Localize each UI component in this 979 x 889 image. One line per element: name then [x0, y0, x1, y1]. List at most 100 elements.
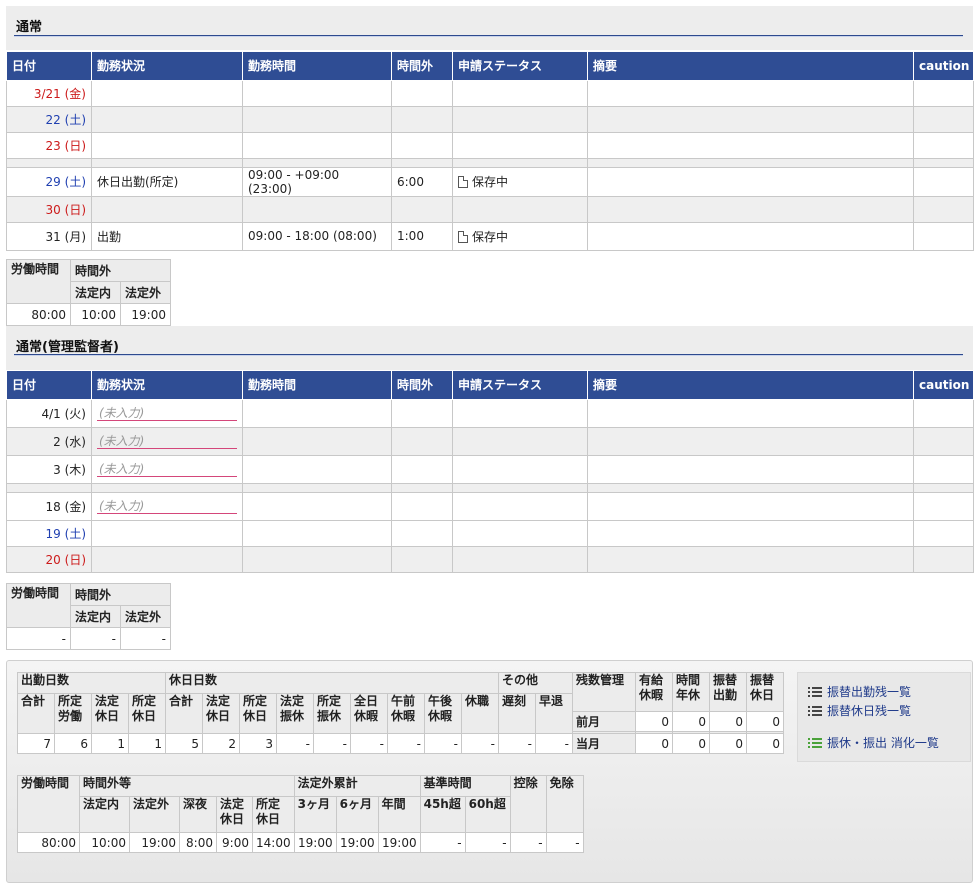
hours-cell[interactable] — [242, 79, 392, 107]
date-cell[interactable]: 18 (金) — [6, 491, 92, 521]
hours-cell[interactable] — [242, 491, 392, 521]
holiday-value: - — [387, 733, 425, 754]
table-row[interactable]: 18 (金) (未入力) — [6, 491, 974, 521]
balance-value: 0 — [709, 711, 747, 732]
table-row[interactable]: 3 (木) (未入力) — [6, 454, 974, 484]
status-cell[interactable]: 休日出勤(所定) — [91, 166, 243, 197]
date-cell[interactable]: 2 (水) — [6, 426, 92, 456]
table-row[interactable]: 20 (日) — [6, 545, 974, 573]
link-substitute-consumption-list[interactable]: 振休・振出 消化一覧 — [808, 734, 939, 751]
table-row[interactable]: 22 (土) — [6, 105, 974, 133]
status-cell[interactable] — [91, 519, 243, 547]
note-cell[interactable] — [587, 131, 914, 159]
hours-cell[interactable]: 09:00 - +09:00 (23:00) — [242, 166, 392, 197]
link-substitute-work-list[interactable]: 振替出勤残一覧 — [808, 683, 911, 700]
note-cell[interactable] — [587, 491, 914, 521]
hours-cell[interactable] — [242, 519, 392, 547]
hours-cell[interactable]: 09:00 - 18:00 (08:00) — [242, 221, 392, 251]
work-value: 7 — [17, 733, 55, 754]
status-cell[interactable] — [91, 545, 243, 573]
overtime-cell — [391, 398, 453, 428]
link-label[interactable]: 振休・振出 消化一覧 — [827, 736, 939, 750]
date-cell[interactable]: 30 (日) — [6, 195, 92, 223]
approval-cell[interactable]: 保存中 — [452, 221, 588, 251]
status-input[interactable]: (未入力) — [97, 499, 237, 514]
table-row[interactable]: 4/1 (火) (未入力) — [6, 398, 974, 428]
note-cell[interactable] — [587, 105, 914, 133]
balance-row-label: 当月 — [572, 733, 636, 754]
date-cell[interactable]: 19 (土) — [6, 519, 92, 547]
other-col: 遅刻 — [498, 693, 536, 734]
cumulative-value: 19:00 — [377, 832, 421, 853]
note-cell[interactable] — [587, 221, 914, 251]
hours-cell[interactable] — [242, 454, 392, 484]
holiday-value: - — [276, 733, 314, 754]
col-caution: caution — [913, 371, 974, 400]
approval-cell — [452, 131, 588, 159]
status-cell[interactable]: (未入力) — [91, 454, 243, 484]
status-cell[interactable] — [91, 131, 243, 159]
exemption-value: - — [545, 832, 584, 853]
date-cell[interactable]: 29 (土) — [6, 166, 92, 197]
table-header-row: 日付 勤務状況 勤務時間 時間外 申請ステータス 摘要 caution — [6, 371, 974, 400]
col-caution: caution — [913, 52, 974, 81]
date-cell[interactable]: 4/1 (火) — [6, 398, 92, 428]
status-cell[interactable] — [91, 195, 243, 223]
note-cell[interactable] — [587, 398, 914, 428]
table-row[interactable]: 29 (土) 休日出勤(所定) 09:00 - +09:00 (23:00) 6… — [6, 166, 974, 197]
holiday-col: 午前休暇 — [387, 693, 425, 734]
holiday-value: 2 — [202, 733, 240, 754]
hours-cell[interactable] — [242, 195, 392, 223]
status-cell[interactable]: (未入力) — [91, 426, 243, 456]
holiday-col: 全日休暇 — [350, 693, 388, 734]
approval-cell[interactable]: 保存中 — [452, 166, 588, 197]
hours-cell[interactable] — [242, 105, 392, 133]
link-label[interactable]: 振替休日残一覧 — [827, 704, 911, 718]
table-row[interactable]: 3/21 (金) — [6, 79, 974, 107]
status-cell[interactable] — [91, 79, 243, 107]
status-cell[interactable]: 出勤 — [91, 221, 243, 251]
status-input[interactable]: (未入力) — [97, 406, 237, 421]
hours-cell[interactable] — [242, 426, 392, 456]
date-cell[interactable]: 22 (土) — [6, 105, 92, 133]
table-row[interactable]: 2 (水) (未入力) — [6, 426, 974, 456]
status-cell[interactable] — [91, 105, 243, 133]
hours-cell[interactable] — [242, 545, 392, 573]
col-overtime: 時間外 — [391, 52, 453, 81]
link-substitute-holiday-list[interactable]: 振替休日残一覧 — [808, 702, 911, 719]
date-cell[interactable]: 3/21 (金) — [6, 79, 92, 107]
date-cell[interactable]: 3 (木) — [6, 454, 92, 484]
date-cell[interactable]: 20 (日) — [6, 545, 92, 573]
labor-hours-header: 労働時間 — [6, 259, 71, 304]
cumulative-value: 19:00 — [335, 832, 379, 853]
status-cell[interactable]: (未入力) — [91, 491, 243, 521]
approval-cell — [452, 519, 588, 547]
link-label[interactable]: 振替出勤残一覧 — [827, 685, 911, 699]
col-date: 日付 — [6, 52, 92, 81]
table-row[interactable]: 23 (日) — [6, 131, 974, 159]
col-note: 摘要 — [587, 52, 914, 81]
overtime-cell — [391, 454, 453, 484]
note-cell[interactable] — [587, 79, 914, 107]
overtime-header: 時間外 — [70, 583, 171, 606]
note-cell[interactable] — [587, 195, 914, 223]
work-value: 1 — [128, 733, 166, 754]
overtime-col: 深夜 — [179, 796, 217, 833]
date-cell[interactable]: 31 (月) — [6, 221, 92, 251]
note-cell[interactable] — [587, 426, 914, 456]
overtime-col: 法定休日 — [216, 796, 253, 833]
table-row[interactable]: 31 (月) 出勤 09:00 - 18:00 (08:00) 1:00 保存中 — [6, 221, 974, 251]
note-cell[interactable] — [587, 166, 914, 197]
status-input[interactable]: (未入力) — [97, 434, 237, 449]
note-cell[interactable] — [587, 519, 914, 547]
note-cell[interactable] — [587, 454, 914, 484]
date-cell[interactable]: 23 (日) — [6, 131, 92, 159]
hours-cell[interactable] — [242, 131, 392, 159]
status-cell[interactable]: (未入力) — [91, 398, 243, 428]
hours-summary-normal: 労働時間 時間外 法定内 法定外 80:00 10:00 19:00 — [6, 259, 171, 326]
table-row[interactable]: 30 (日) — [6, 195, 974, 223]
table-row[interactable]: 19 (土) — [6, 519, 974, 547]
hours-cell[interactable] — [242, 398, 392, 428]
status-input[interactable]: (未入力) — [97, 462, 237, 477]
note-cell[interactable] — [587, 545, 914, 573]
